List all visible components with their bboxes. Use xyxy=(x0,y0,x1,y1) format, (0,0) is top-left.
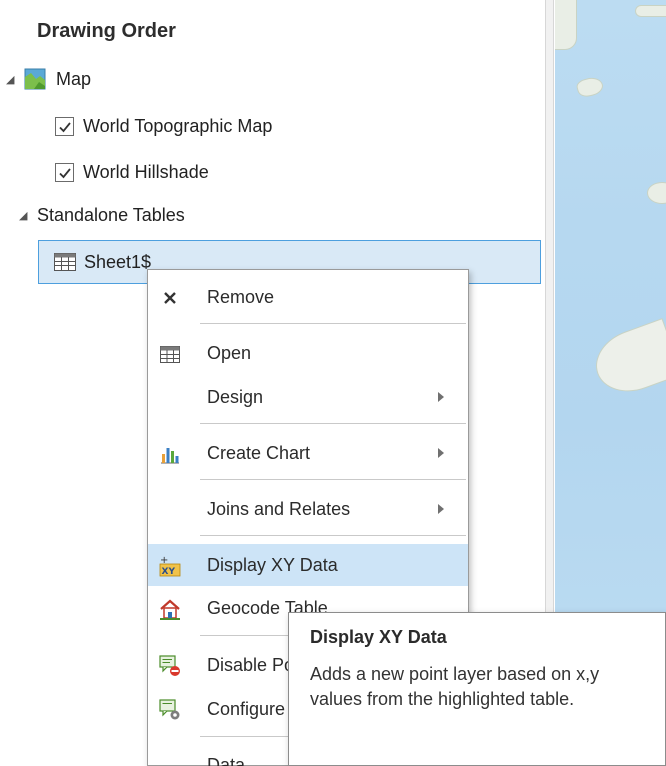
map-land xyxy=(635,5,666,17)
menu-separator xyxy=(200,423,466,424)
chart-icon xyxy=(158,442,182,466)
layer-world-hillshade: World Hillshade xyxy=(55,162,209,183)
drawing-order-title: Drawing Order xyxy=(37,20,176,42)
disable-popup-icon xyxy=(158,654,182,678)
check-icon xyxy=(58,121,71,132)
submenu-arrow-icon xyxy=(438,448,444,458)
standalone-tables-label: Standalone Tables xyxy=(37,205,185,225)
tooltip: Display XY Data Adds a new point layer b… xyxy=(288,612,666,766)
menu-item-remove[interactable]: Remove xyxy=(148,276,468,318)
submenu-arrow-icon xyxy=(438,504,444,514)
map-island xyxy=(575,74,605,100)
layer-label: World Topographic Map xyxy=(83,116,273,136)
map-land xyxy=(555,0,577,50)
map-island xyxy=(647,182,666,204)
menu-separator xyxy=(200,479,466,480)
menu-separator xyxy=(200,323,466,324)
standalone-tables-node[interactable]: ◢ Standalone Tables xyxy=(19,205,185,226)
menu-separator xyxy=(200,535,466,536)
menu-item-open[interactable]: Open xyxy=(148,332,468,374)
tooltip-title: Display XY Data xyxy=(310,627,447,647)
geocode-icon xyxy=(158,597,182,621)
table-icon xyxy=(54,253,76,271)
menu-item-joins-and-relates[interactable]: Joins and Relates xyxy=(148,488,468,530)
menu-item-display-xy-data[interactable]: + XY Display XY Data xyxy=(148,544,468,586)
table-label: Sheet1$ xyxy=(84,251,152,272)
tooltip-description: Adds a new point layer based on x,y valu… xyxy=(310,664,600,709)
close-icon xyxy=(158,286,182,310)
svg-text:XY: XY xyxy=(162,567,176,577)
submenu-arrow-icon xyxy=(438,392,444,402)
expand-triangle-icon[interactable]: ◢ xyxy=(19,209,31,222)
menu-item-design[interactable]: Design xyxy=(148,376,468,418)
layer-label: World Hillshade xyxy=(83,162,209,182)
table-icon xyxy=(158,342,182,366)
xy-data-icon: + XY xyxy=(158,554,182,578)
map-node[interactable]: ◢ Map xyxy=(6,68,91,90)
check-icon xyxy=(58,167,71,178)
map-icon xyxy=(24,68,46,90)
menu-item-create-chart[interactable]: Create Chart xyxy=(148,432,468,474)
layer-world-topographic: World Topographic Map xyxy=(55,116,272,137)
configure-popup-icon xyxy=(158,698,182,722)
layer-checkbox[interactable] xyxy=(55,163,74,182)
map-label: Map xyxy=(56,68,92,89)
map-land xyxy=(587,318,666,402)
layer-checkbox[interactable] xyxy=(55,117,74,136)
expand-triangle-icon[interactable]: ◢ xyxy=(6,73,18,86)
